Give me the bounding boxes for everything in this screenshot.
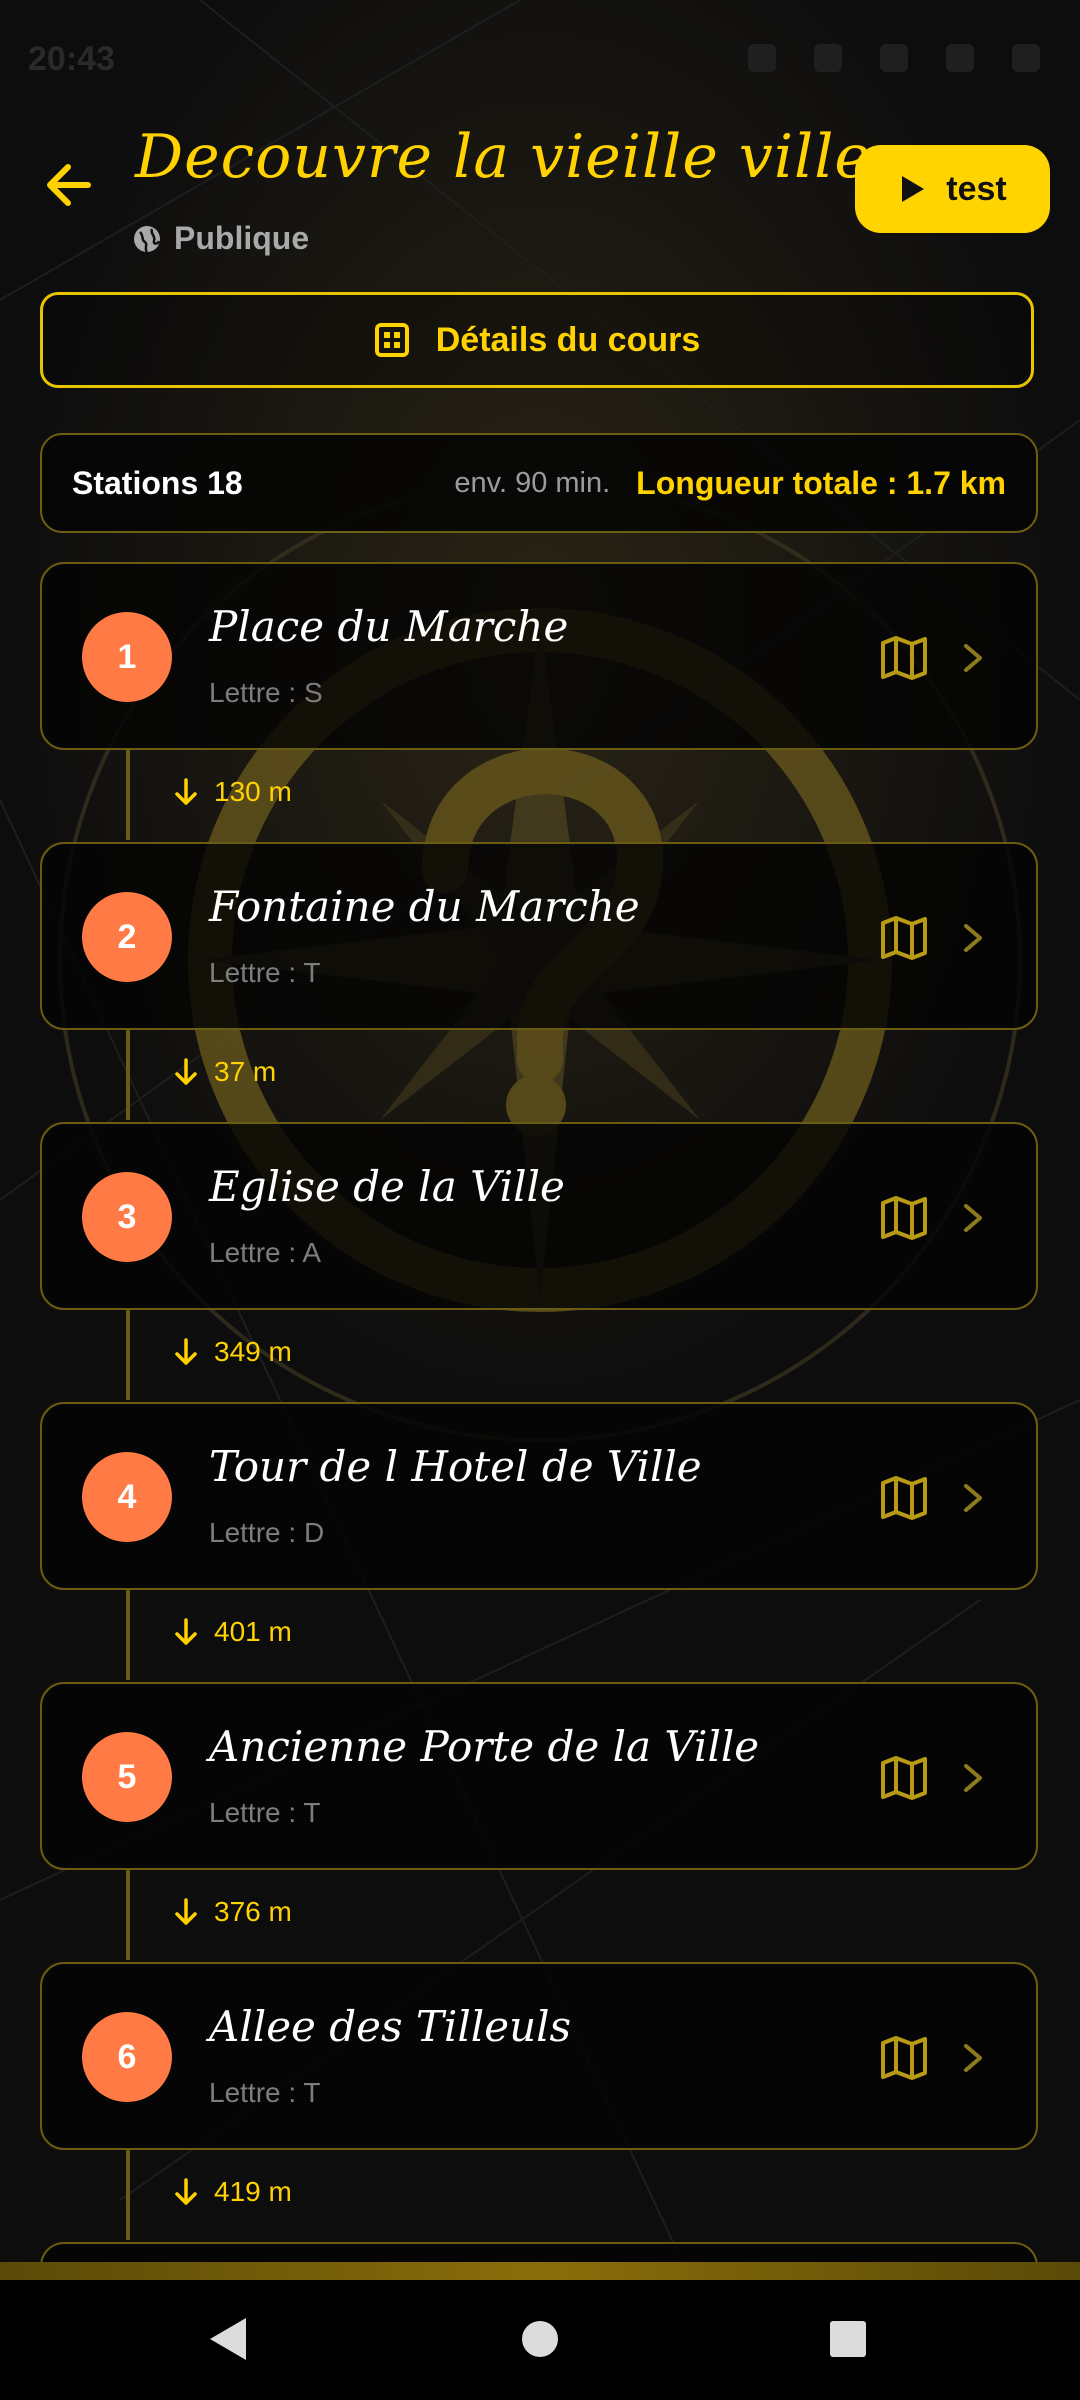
map-icon[interactable] — [879, 1753, 929, 1803]
grid-icon — [374, 323, 409, 357]
map-icon[interactable] — [879, 913, 929, 963]
status-bar: 20:43 — [0, 0, 1080, 120]
distance-value: 37 m — [214, 1056, 277, 1087]
arrow-down-icon — [175, 1058, 197, 1085]
station-name: Place du Marche — [209, 602, 569, 651]
arrow-down-icon — [175, 1618, 197, 1645]
signal-icon — [946, 44, 974, 72]
map-icon[interactable] — [879, 2033, 929, 2083]
station-letter: Lettre : T — [209, 957, 321, 988]
chevron-right-icon[interactable] — [954, 2038, 990, 2078]
distance-to-next: 419 m — [172, 2176, 292, 2208]
station-card[interactable]: 4 Tour de l Hotel de Ville Lettre : D — [40, 1402, 1038, 1590]
connector-line — [126, 1308, 130, 1400]
connector-line — [126, 2148, 130, 2240]
station-letter: Lettre : D — [209, 1517, 325, 1548]
course-details-button[interactable]: Détails du cours — [40, 292, 1034, 388]
system-nav-bar — [0, 2280, 1080, 2400]
arrow-down-icon — [175, 2178, 197, 2205]
distance-to-next: 349 m — [172, 1336, 292, 1368]
battery-icon — [1012, 44, 1040, 72]
connector-line — [126, 748, 130, 840]
distance-to-next: 130 m — [172, 776, 292, 808]
chevron-right-icon[interactable] — [954, 1478, 990, 1518]
test-button-label: test — [946, 169, 1007, 208]
nav-recents-icon[interactable] — [826, 2314, 870, 2364]
globe-icon — [134, 225, 161, 253]
page-title: Decouvre la vieille ville — [135, 122, 871, 192]
map-icon[interactable] — [879, 633, 929, 683]
map-icon[interactable] — [879, 1193, 929, 1243]
station-number: 4 — [82, 1452, 172, 1542]
distance-to-next: 37 m — [172, 1056, 276, 1088]
distance-value: 401 m — [214, 1616, 292, 1647]
distance-to-next: 376 m — [172, 1896, 292, 1928]
chevron-right-icon[interactable] — [954, 1758, 990, 1798]
arrow-down-icon — [175, 1898, 197, 1925]
nfc-icon — [748, 44, 776, 72]
course-duration: env. 90 min. — [454, 466, 611, 499]
location-icon — [814, 44, 842, 72]
distance-to-next: 401 m — [172, 1616, 292, 1648]
station-card[interactable]: 6 Allee des Tilleuls Lettre : T — [40, 1962, 1038, 2150]
wifi-icon — [880, 44, 908, 72]
station-number: 3 — [82, 1172, 172, 1262]
station-name: Tour de l Hotel de Ville — [209, 1442, 702, 1491]
station-card[interactable]: 3 Eglise de la Ville Lettre : A — [40, 1122, 1038, 1310]
station-number: 6 — [82, 2012, 172, 2102]
arrow-left-icon — [47, 164, 91, 206]
nav-back-icon[interactable] — [206, 2314, 250, 2364]
visibility-text: Publique — [174, 220, 310, 256]
total-length: Longueur totale : 1.7 km — [636, 464, 1006, 501]
chevron-right-icon[interactable] — [954, 1198, 990, 1238]
arrow-down-icon — [175, 1338, 197, 1365]
distance-value: 419 m — [214, 2176, 292, 2207]
status-time: 20:43 — [28, 40, 115, 78]
station-number: 2 — [82, 892, 172, 982]
test-button[interactable]: test — [855, 145, 1050, 233]
course-details-label: Détails du cours — [435, 320, 701, 359]
distance-value: 349 m — [214, 1336, 292, 1367]
distance-value: 130 m — [214, 776, 292, 807]
arrow-down-icon — [175, 778, 197, 805]
play-icon — [902, 176, 925, 202]
station-name: Allee des Tilleuls — [209, 2002, 572, 2051]
station-name: Fontaine du Marche — [209, 882, 640, 931]
course-stats-bar: Stations 18 env. 90 min. Longueur totale… — [40, 433, 1038, 533]
map-icon[interactable] — [879, 1473, 929, 1523]
station-letter: Lettre : A — [209, 1237, 322, 1268]
visibility-label: Publique — [132, 220, 309, 257]
connector-line — [126, 1868, 130, 1960]
station-number: 5 — [82, 1732, 172, 1822]
connector-line — [126, 1028, 130, 1120]
back-button[interactable] — [40, 155, 100, 215]
station-card[interactable]: 1 Place du Marche Lettre : S — [40, 562, 1038, 750]
bottom-strip — [0, 2262, 1080, 2280]
station-letter: Lettre : T — [209, 1797, 321, 1828]
station-card[interactable]: 5 Ancienne Porte de la Ville Lettre : T — [40, 1682, 1038, 1870]
chevron-right-icon[interactable] — [954, 918, 990, 958]
station-card[interactable]: 2 Fontaine du Marche Lettre : T — [40, 842, 1038, 1030]
station-name: Eglise de la Ville — [209, 1162, 565, 1211]
nav-home-icon[interactable] — [518, 2314, 562, 2364]
stations-count: Stations 18 — [72, 464, 243, 501]
station-name: Ancienne Porte de la Ville — [209, 1722, 760, 1771]
status-icons — [748, 44, 1040, 72]
station-number: 1 — [82, 612, 172, 702]
station-letter: Lettre : S — [209, 677, 323, 708]
connector-line — [126, 1588, 130, 1680]
distance-value: 376 m — [214, 1896, 292, 1927]
chevron-right-icon[interactable] — [954, 638, 990, 678]
station-letter: Lettre : T — [209, 2077, 321, 2108]
